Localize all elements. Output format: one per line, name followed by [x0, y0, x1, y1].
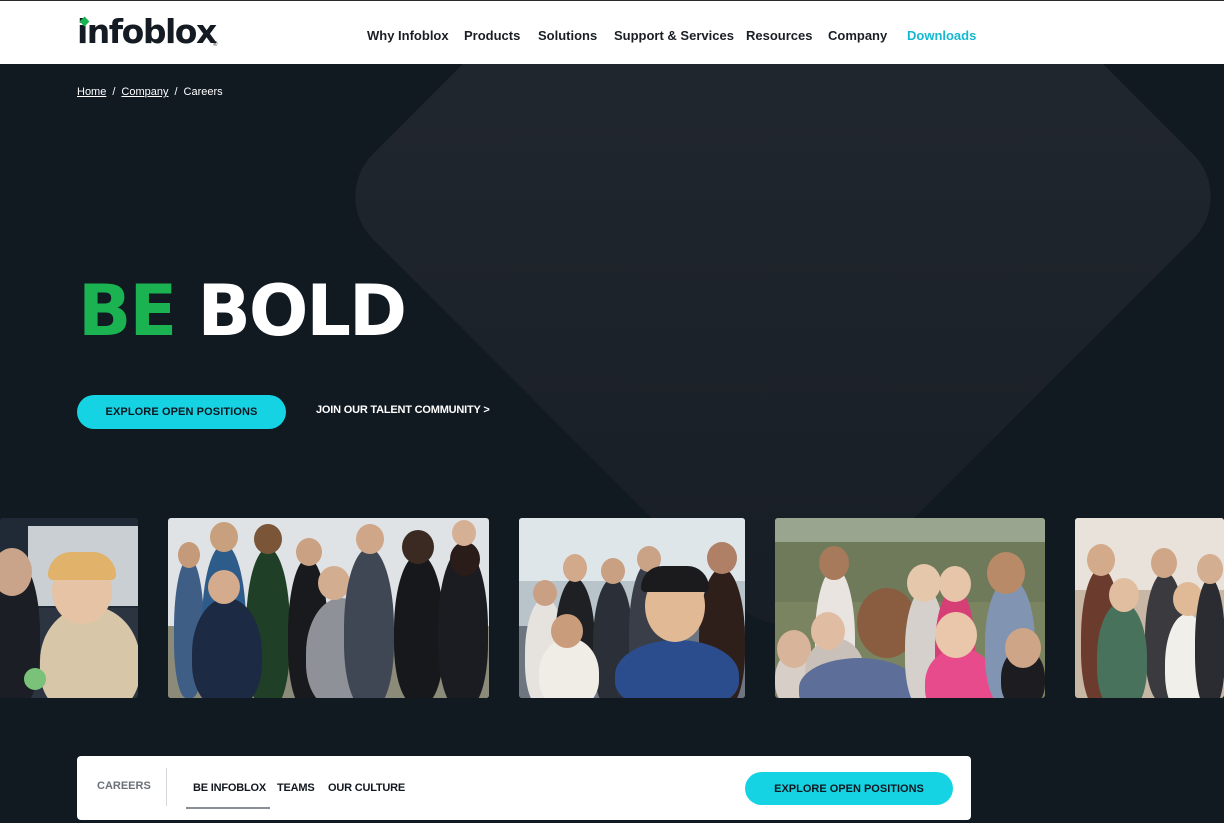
talent-community-link[interactable]: JOIN OUR TALENT COMMUNITY >: [316, 404, 490, 416]
team-photo-celebration: [1075, 518, 1224, 698]
breadcrumb-current: Careers: [183, 86, 223, 98]
subnav-divider: [166, 768, 167, 806]
explore-positions-button[interactable]: EXPLORE OPEN POSITIONS: [77, 395, 286, 429]
subnav-explore-positions-button[interactable]: EXPLORE OPEN POSITIONS: [745, 772, 953, 805]
breadcrumb: Home / Company / Careers: [77, 86, 223, 98]
breadcrumb-company[interactable]: Company: [121, 86, 168, 98]
active-tab-indicator: [186, 807, 270, 809]
nav-products[interactable]: Products: [464, 28, 520, 43]
tab-our-culture[interactable]: OUR CULTURE: [328, 782, 405, 794]
breadcrumb-separator: /: [112, 86, 116, 98]
nav-resources[interactable]: Resources: [746, 28, 812, 43]
team-photo-poster: [0, 518, 138, 698]
nav-solutions[interactable]: Solutions: [538, 28, 597, 43]
site-header: infoblox ® Why Infoblox Products Solutio…: [0, 0, 1224, 64]
team-photo-office-group: [168, 518, 489, 698]
headline-accent: BE: [78, 270, 177, 352]
logo-registered-mark: ®: [213, 42, 218, 48]
nav-downloads[interactable]: Downloads: [907, 28, 976, 43]
team-photo-selfie-atrium: [519, 518, 745, 698]
hero-headline: BE BOLD: [78, 276, 407, 346]
hero-background: [0, 64, 1224, 823]
breadcrumb-separator: /: [174, 86, 178, 98]
infoblox-logo[interactable]: infoblox: [77, 15, 217, 48]
tab-teams[interactable]: TEAMS: [277, 782, 315, 794]
headline-rest: BOLD: [197, 270, 408, 352]
breadcrumb-home[interactable]: Home: [77, 86, 106, 98]
nav-why-infoblox[interactable]: Why Infoblox: [367, 28, 449, 43]
subnav-label: CAREERS: [97, 780, 151, 792]
team-photo-rooftop-selfie: [775, 518, 1045, 698]
nav-company[interactable]: Company: [828, 28, 887, 43]
nav-support-services[interactable]: Support & Services: [614, 28, 734, 43]
careers-subnav: CAREERS BE INFOBLOX TEAMS OUR CULTURE EX…: [77, 756, 971, 820]
tab-be-infoblox[interactable]: BE INFOBLOX: [193, 782, 266, 794]
